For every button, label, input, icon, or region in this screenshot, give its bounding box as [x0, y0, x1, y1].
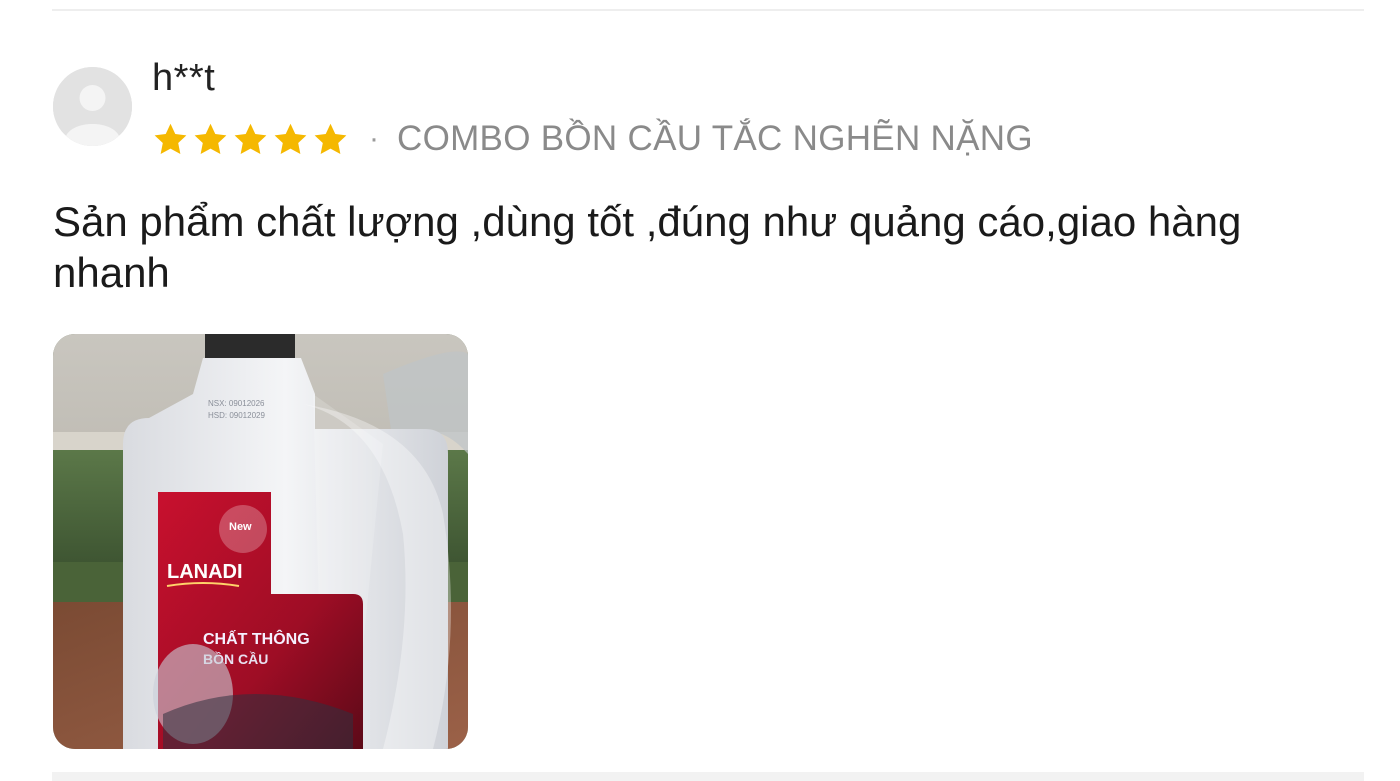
review-comment: Sản phẩm chất lượng ,dùng tốt ,đúng như …	[53, 198, 1242, 296]
bottle-date-2: HSD: 09012029	[208, 411, 265, 420]
bottle-date-1: NSX: 09012026	[208, 399, 265, 408]
star-icon	[152, 121, 189, 158]
avatar[interactable]	[53, 67, 132, 146]
star-icon	[312, 121, 349, 158]
star-rating	[152, 121, 349, 158]
star-icon	[192, 121, 229, 158]
bottom-divider	[52, 772, 1364, 781]
product-bottle-image: NSX: 09012026 HSD: 09012029 New LANADI C…	[53, 334, 468, 749]
label-line-1: CHẤT THÔNG	[203, 629, 310, 648]
reviewer-name: h**t	[152, 57, 216, 99]
star-icon	[232, 121, 269, 158]
user-placeholder-icon	[53, 67, 132, 146]
star-icon	[272, 121, 309, 158]
review-photo[interactable]: NSX: 09012026 HSD: 09012029 New LANADI C…	[53, 334, 468, 749]
label-badge: New	[229, 521, 252, 533]
review-meta: · COMBO BỒN CẦU TẮC NGHẼN NẶNG	[152, 117, 1033, 161]
label-brand: LANADI	[167, 561, 243, 583]
product-variant: COMBO BỒN CẦU TẮC NGHẼN NẶNG	[397, 119, 1033, 158]
review-card: h**t · COMBO BỒN CẦU TẮC NGHẼN NẶNG Sản …	[0, 0, 1400, 781]
top-divider	[52, 9, 1364, 11]
meta-separator: ·	[369, 122, 379, 155]
